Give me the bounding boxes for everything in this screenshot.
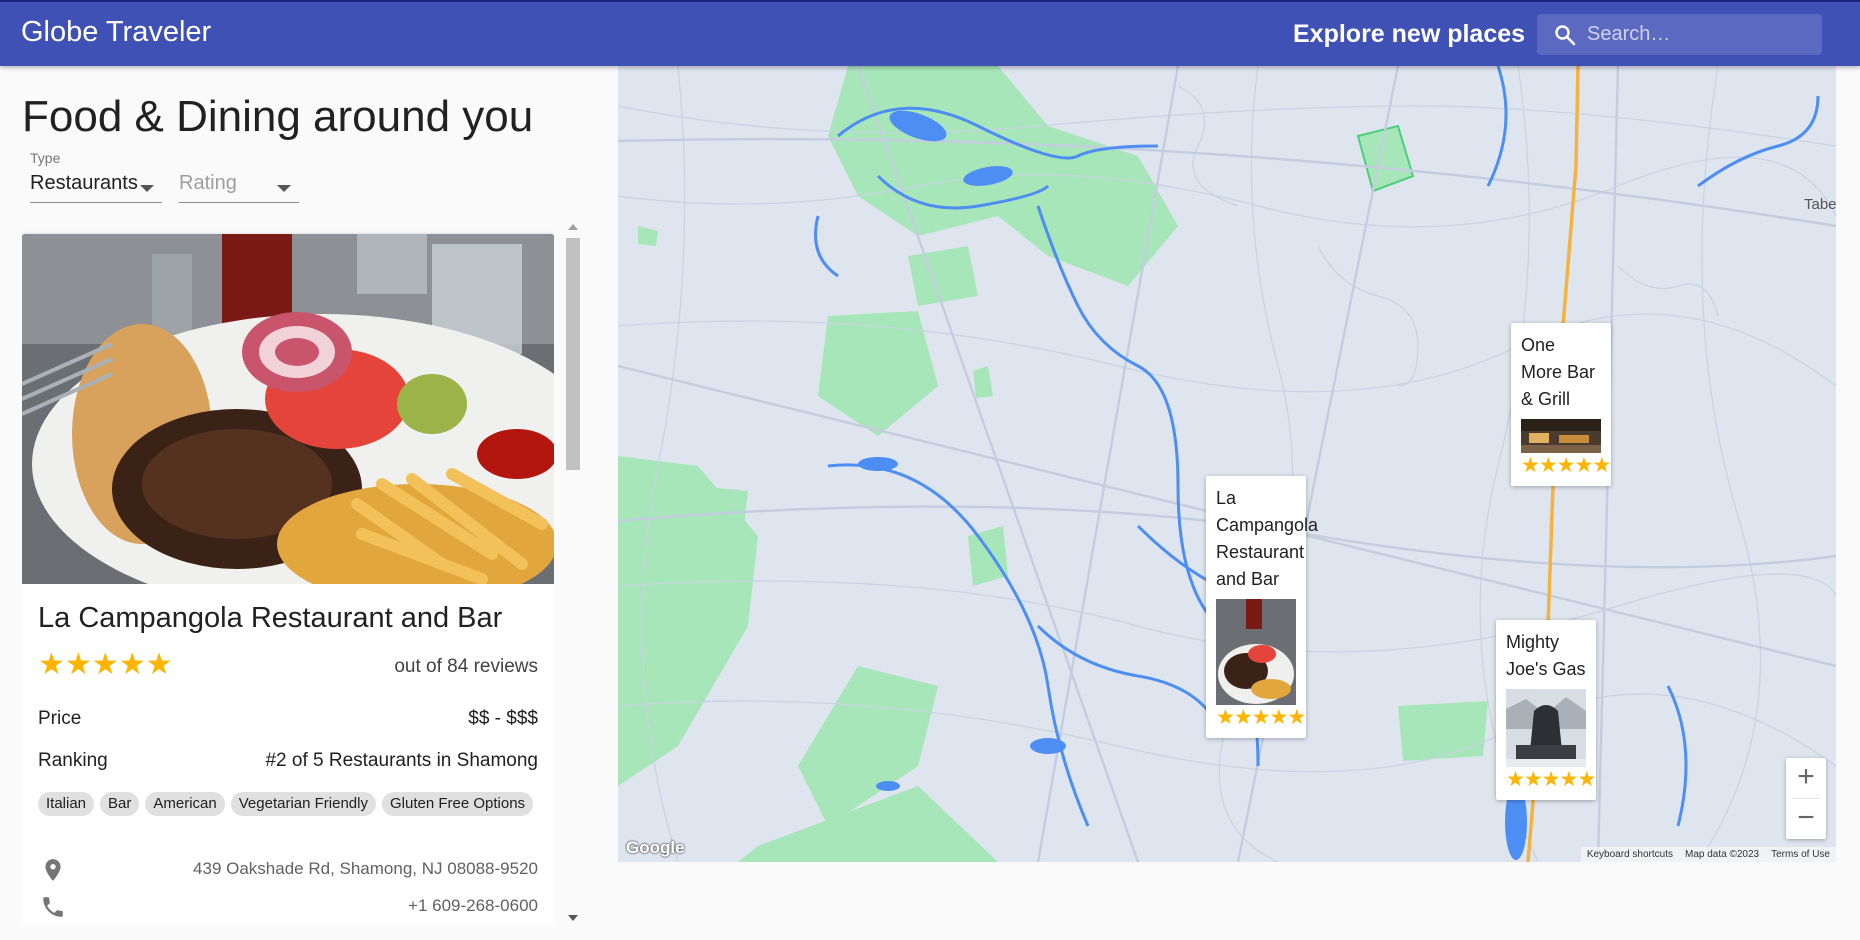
type-select-label: Type [30, 150, 61, 166]
star-icon: ★ [1521, 454, 1540, 477]
chevron-down-icon [277, 185, 291, 192]
list-scrollbar[interactable] [564, 222, 582, 925]
marker-name: Mighty Joe's Gas [1506, 632, 1586, 679]
zoom-out-button[interactable]: − [1786, 799, 1826, 839]
tag-chip[interactable]: Italian [38, 792, 95, 816]
star-icon: ★ [64, 648, 92, 681]
map-place-label: Tabe [1804, 196, 1836, 213]
map-base-layer [618, 66, 1836, 862]
star-icon: ★ [38, 648, 65, 681]
rating-stars: ★★★★★ [38, 650, 173, 680]
star-icon: ★ [1577, 768, 1597, 791]
star-icon: ★ [1233, 706, 1253, 729]
scroll-down-arrow-icon[interactable] [568, 915, 578, 921]
star-icon: ★ [1541, 768, 1561, 791]
address-text: 439 Oakshade Rd, Shamong, NJ 08088-9520 [193, 859, 538, 878]
star-icon: ★ [1506, 768, 1525, 791]
star-icon: ★ [1556, 454, 1576, 477]
app-title[interactable]: Globe Traveler [21, 16, 211, 49]
app-tagline: Explore new places [1293, 20, 1526, 48]
star-icon: ★ [145, 648, 173, 681]
star-icon: ★ [1559, 768, 1579, 791]
star-icon: ★ [1538, 454, 1558, 477]
phone-text[interactable]: +1 609-268-0600 [408, 896, 538, 916]
map-data-text: Map data ©2023 [1685, 849, 1760, 860]
price-label: Price [38, 708, 82, 729]
page-title: Food & Dining around you [22, 92, 534, 141]
ranking-label: Ranking [38, 750, 108, 771]
star-icon: ★ [1287, 706, 1307, 729]
terms-of-use-link[interactable]: Terms of Use [1765, 847, 1836, 862]
marker-rating-stars: ★★★★★ [1216, 706, 1306, 729]
scroll-up-arrow-icon[interactable] [568, 224, 578, 230]
marker-photo [1521, 419, 1601, 453]
type-select-value: Restaurants [30, 172, 138, 194]
map-attribution: Keyboard shortcuts Map data ©2023 Terms … [1580, 847, 1836, 862]
rating-select-placeholder: Rating [179, 172, 237, 194]
price-value: $$ - $$$ [468, 708, 538, 729]
marker-photo [1506, 689, 1586, 767]
place-photo [22, 234, 554, 584]
app-bar: Globe Traveler Explore new places [0, 0, 1860, 66]
marker-rating-stars: ★★★★★ [1506, 768, 1596, 791]
google-logo[interactable]: Google [626, 838, 685, 858]
star-icon: ★ [1523, 768, 1543, 791]
marker-name: La Campangola Restaurant and Bar [1216, 488, 1319, 589]
zoom-in-button[interactable]: + [1786, 758, 1826, 798]
star-icon: ★ [1592, 454, 1612, 477]
map-view[interactable]: Tabe One More Bar & Grill ★★★★★ La Campa… [618, 66, 1836, 862]
star-icon: ★ [91, 648, 119, 681]
scroll-thumb[interactable] [566, 238, 580, 470]
tag-chip[interactable]: American [145, 792, 225, 816]
search-input[interactable] [1587, 14, 1812, 55]
star-icon: ★ [1216, 706, 1235, 729]
review-count: out of 84 reviews [394, 656, 538, 677]
rating-select-underline [179, 202, 299, 203]
marker-name: One More Bar & Grill [1521, 335, 1596, 409]
map-marker-mighty-joes-gas[interactable]: Mighty Joe's Gas ★★★★★ [1496, 620, 1596, 800]
tag-chip[interactable]: Vegetarian Friendly [230, 792, 376, 816]
place-card[interactable]: La Campangola Restaurant and Bar ★★★★★ o… [22, 234, 554, 925]
map-zoom-control: + − [1786, 758, 1826, 839]
map-marker-la-campangola[interactable]: La Campangola Restaurant and Bar ★★★★★ [1206, 476, 1319, 738]
marker-photo [1216, 599, 1296, 705]
search-box[interactable] [1537, 14, 1822, 55]
phone-icon [43, 897, 63, 917]
keyboard-shortcuts-link[interactable]: Keyboard shortcuts [1581, 847, 1679, 862]
location-pin-icon [45, 859, 61, 881]
tag-chip[interactable]: Gluten Free Options [381, 792, 534, 816]
search-icon [1555, 25, 1576, 46]
marker-rating-stars: ★★★★★ [1521, 454, 1611, 477]
ranking-value: #2 of 5 Restaurants in Shamong [265, 750, 538, 771]
cuisine-tags: Italian Bar American Vegetarian Friendly… [38, 792, 538, 816]
type-select-underline [30, 202, 162, 203]
star-icon: ★ [1574, 454, 1594, 477]
chevron-down-icon [140, 185, 154, 192]
star-icon: ★ [118, 648, 146, 681]
places-list[interactable]: La Campangola Restaurant and Bar ★★★★★ o… [22, 222, 554, 925]
tag-chip[interactable]: Bar [100, 792, 140, 816]
star-icon: ★ [1269, 706, 1289, 729]
place-name: La Campangola Restaurant and Bar [38, 602, 503, 634]
star-icon: ★ [1251, 706, 1271, 729]
map-marker-one-more-bar[interactable]: One More Bar & Grill ★★★★★ [1511, 323, 1611, 486]
